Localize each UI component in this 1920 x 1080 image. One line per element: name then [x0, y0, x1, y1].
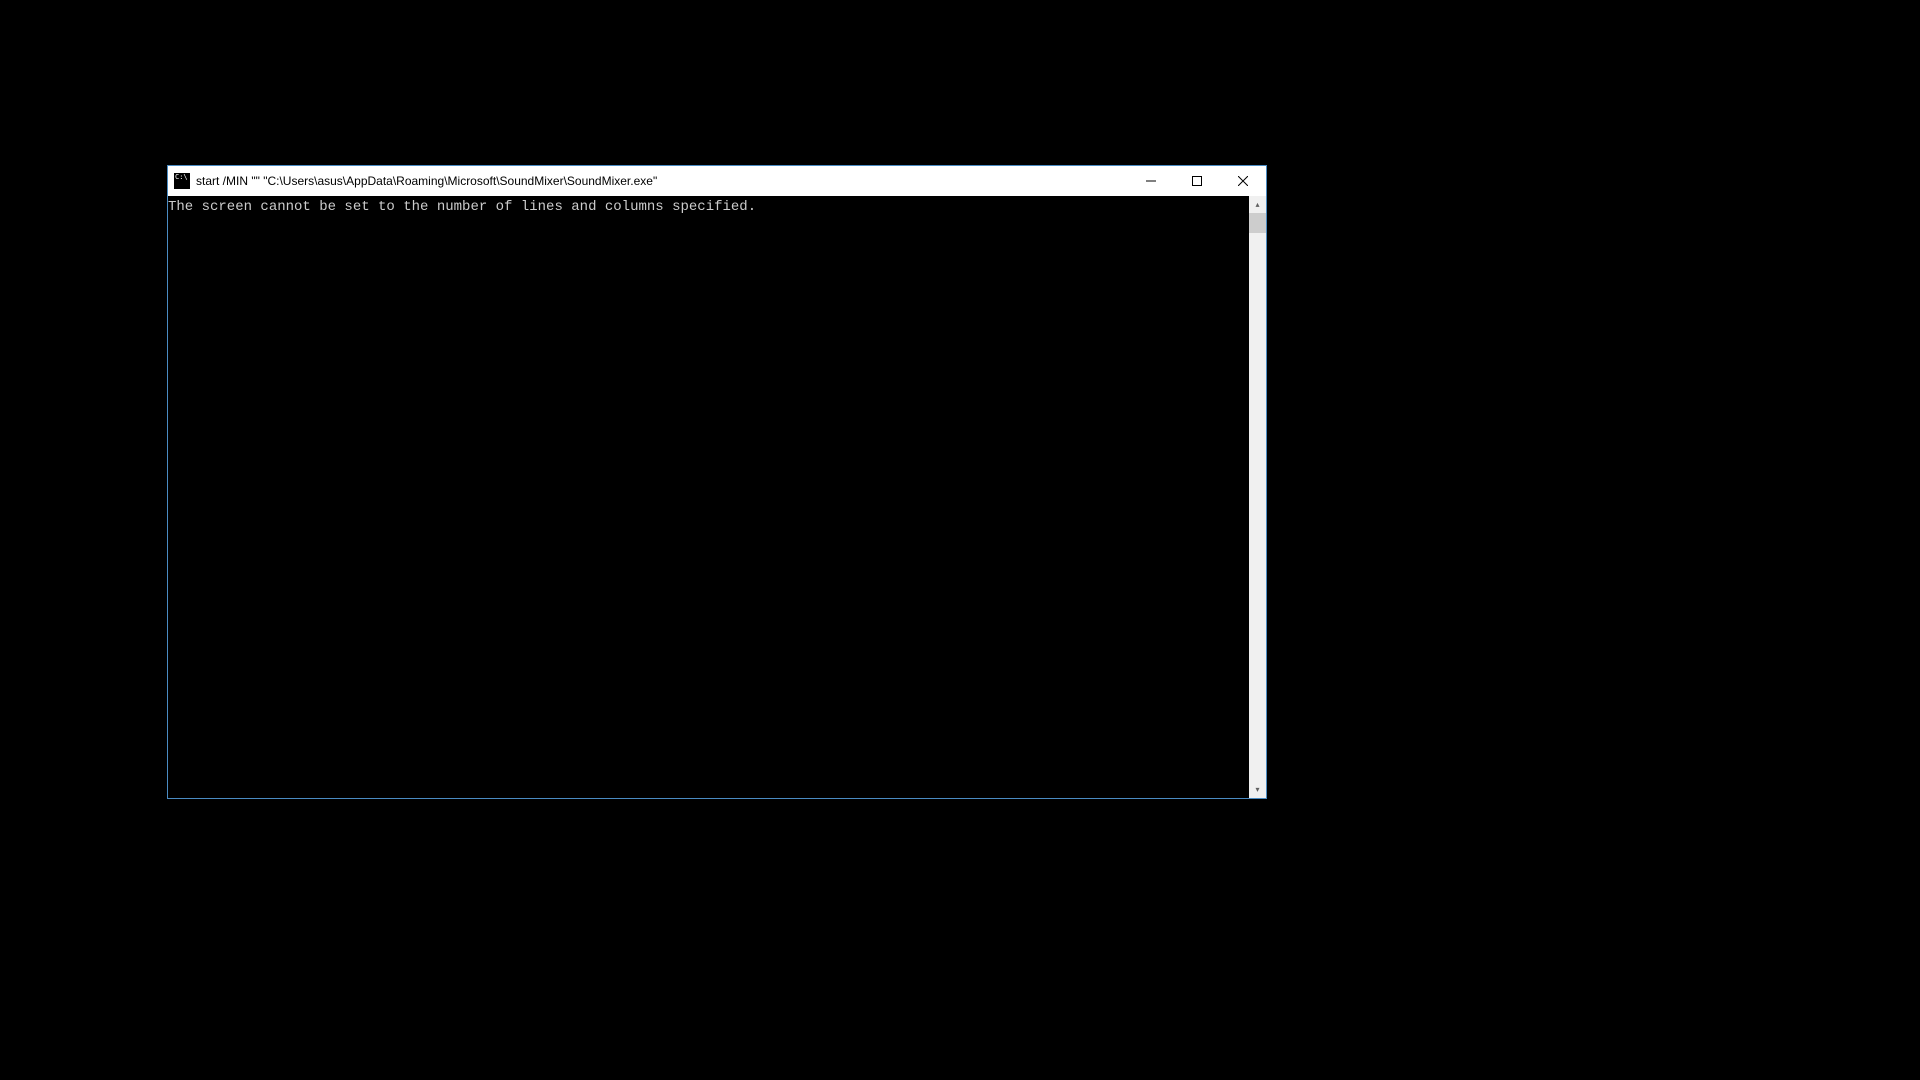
minimize-icon [1146, 176, 1156, 186]
scroll-down-arrow-icon[interactable]: ▾ [1249, 781, 1266, 798]
console-output[interactable]: The screen cannot be set to the number o… [168, 196, 1249, 798]
maximize-button[interactable] [1174, 166, 1220, 196]
scroll-up-arrow-icon[interactable]: ▴ [1249, 196, 1266, 213]
scroll-track[interactable] [1249, 213, 1266, 781]
vertical-scrollbar[interactable]: ▴ ▾ [1249, 196, 1266, 798]
client-area: The screen cannot be set to the number o… [168, 196, 1266, 798]
minimize-button[interactable] [1128, 166, 1174, 196]
window-controls [1128, 166, 1266, 196]
close-icon [1238, 176, 1248, 186]
command-prompt-window: start /MIN "" "C:\Users\asus\AppData\Roa… [167, 165, 1267, 799]
window-title: start /MIN "" "C:\Users\asus\AppData\Roa… [196, 174, 1128, 188]
titlebar[interactable]: start /MIN "" "C:\Users\asus\AppData\Roa… [168, 166, 1266, 196]
scroll-thumb[interactable] [1249, 213, 1266, 233]
close-button[interactable] [1220, 166, 1266, 196]
maximize-icon [1192, 176, 1202, 186]
cmd-icon [174, 173, 190, 189]
